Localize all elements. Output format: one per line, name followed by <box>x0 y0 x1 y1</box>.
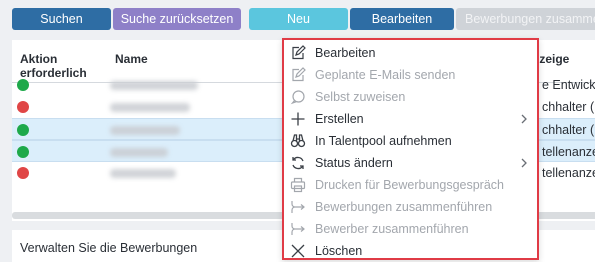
edit-icon <box>290 67 306 83</box>
ad-cell: e Entwickler <box>542 78 595 92</box>
chevron-right-icon <box>519 155 529 171</box>
refresh-icon <box>290 155 306 171</box>
status-indicator <box>17 101 29 113</box>
status-indicator <box>17 79 29 91</box>
menu-item-create[interactable]: Erstellen <box>284 108 537 130</box>
menu-item-scheduled-emails[interactable]: Geplante E-Mails senden <box>284 64 537 86</box>
context-menu: Bearbeiten Geplante E-Mails senden Selbs… <box>282 38 539 260</box>
reset-search-button[interactable]: Suche zurücksetzen <box>113 8 241 30</box>
edit-icon <box>290 45 306 61</box>
toolbar: Suchen Suche zurücksetzen Neu Bearbeiten… <box>12 8 595 30</box>
footer-text: Verwalten Sie die Bewerbungen <box>20 241 198 255</box>
menu-item-edit[interactable]: Bearbeiten <box>284 42 537 64</box>
status-indicator <box>17 167 29 179</box>
plus-icon <box>290 111 306 127</box>
merge-icon <box>290 199 306 215</box>
menu-item-delete[interactable]: Löschen <box>284 240 537 262</box>
status-indicator <box>17 146 29 158</box>
applicant-name-redacted <box>110 169 176 178</box>
applicant-name-redacted <box>110 103 190 112</box>
comment-icon <box>290 89 306 105</box>
ad-cell: chhalter (m <box>542 123 595 137</box>
ad-cell: tellenanzeig <box>542 145 595 159</box>
search-button[interactable]: Suchen <box>12 8 111 30</box>
merge-icon <box>290 221 306 237</box>
print-icon <box>290 177 306 193</box>
status-indicator <box>17 124 29 136</box>
binoculars-icon <box>290 133 306 149</box>
ad-cell: tellenanzeig <box>542 166 595 180</box>
menu-item-change-status[interactable]: Status ändern <box>284 152 537 174</box>
ad-cell: chhalter (m <box>542 100 595 114</box>
new-button[interactable]: Neu <box>249 8 348 30</box>
menu-item-assign-self[interactable]: Selbst zuweisen <box>284 86 537 108</box>
applicant-name-redacted <box>110 148 168 157</box>
menu-item-print-interview[interactable]: Drucken für Bewerbungsgespräch <box>284 174 537 196</box>
close-icon <box>290 243 306 259</box>
column-header-name[interactable]: Name <box>115 52 148 66</box>
menu-item-merge-applications[interactable]: Bewerbungen zusammenführen <box>284 196 537 218</box>
applicant-name-redacted <box>110 81 198 90</box>
menu-item-merge-applicants[interactable]: Bewerber zusammenführen <box>284 218 537 240</box>
chevron-right-icon <box>519 111 529 127</box>
applicant-name-redacted <box>110 126 180 135</box>
edit-button[interactable]: Bearbeiten <box>350 8 454 30</box>
menu-item-talent-pool[interactable]: In Talentpool aufnehmen <box>284 130 537 152</box>
merge-applications-button[interactable]: Bewerbungen zusammenführen <box>456 8 595 30</box>
